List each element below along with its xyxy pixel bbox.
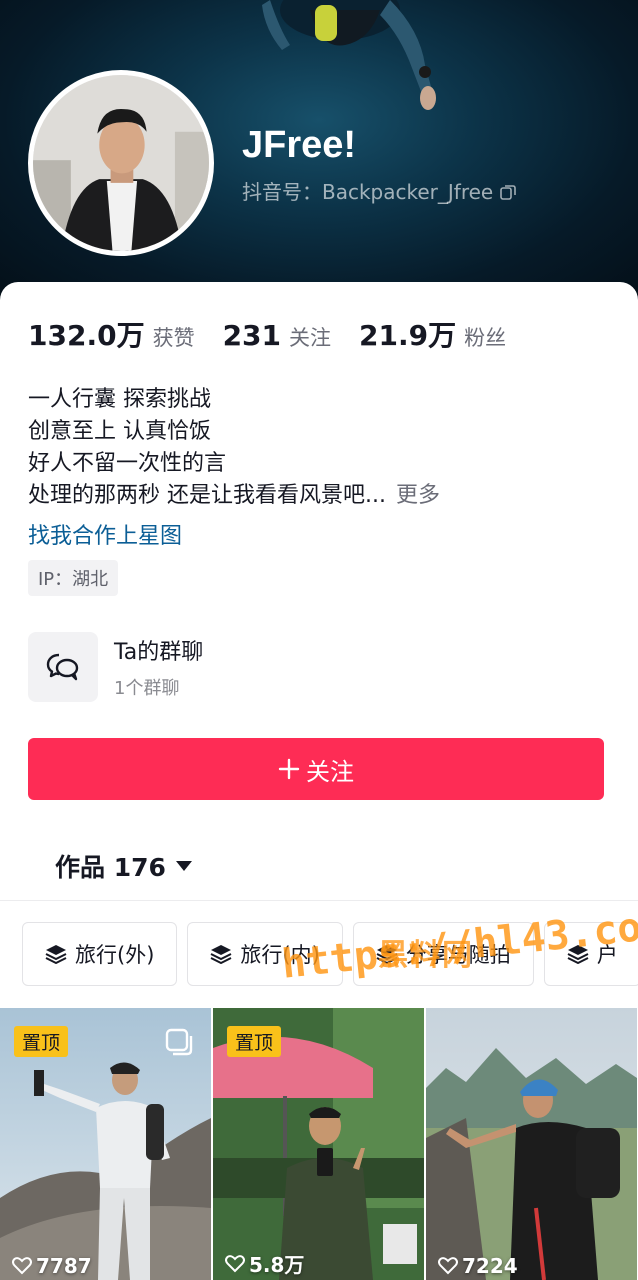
bio-line: 好人不留一次性的言 <box>28 451 227 476</box>
follow-button[interactable]: 关注 <box>28 738 604 800</box>
bio-line: 一人行囊 探索挑战 <box>28 387 211 412</box>
stat-following-value: 231 <box>222 319 282 352</box>
heart-icon <box>12 1257 32 1275</box>
ip-location-tag: IP：湖北 <box>28 560 119 596</box>
stat-likes[interactable]: 132.0万 获赞 <box>28 314 195 354</box>
group-chat-subtitle: 1个群聊 <box>114 678 180 699</box>
divider <box>0 900 638 901</box>
stat-followers-label: 粉丝 <box>464 326 507 350</box>
pinned-badge: 置顶 <box>227 1026 282 1057</box>
douyin-id-text: 抖音号：Backpacker_Jfree <box>242 180 494 204</box>
profile-name: JFree! <box>242 124 357 166</box>
heart-icon <box>438 1257 458 1275</box>
collab-link[interactable]: 找我合作上星图 <box>28 518 182 550</box>
video-likes: 7224 <box>438 1254 518 1278</box>
video-likes-count: 7787 <box>36 1254 92 1278</box>
avatar[interactable] <box>28 70 214 256</box>
chip-travel-abroad[interactable]: 旅行(外) <box>22 922 178 986</box>
video-thumbnail[interactable]: 置顶 5.8万 <box>213 1008 424 1280</box>
video-thumbnail-image <box>426 1008 637 1280</box>
group-chat-entry[interactable]: Ta的群聊 1个群聊 <box>28 632 203 702</box>
tab-works-label: 作品 176 <box>55 853 166 882</box>
video-likes: 5.8万 <box>225 1249 304 1278</box>
dropdown-triangle-icon <box>175 861 192 871</box>
layers-icon <box>210 945 232 964</box>
plus-icon <box>278 758 300 780</box>
stats-row: 132.0万 获赞 231 关注 21.9万 粉丝 <box>28 314 534 354</box>
stat-likes-value: 132.0万 <box>28 319 145 352</box>
video-likes-count: 5.8万 <box>249 1253 305 1277</box>
bio: 一人行囊 探索挑战 创意至上 认真恰饭 好人不留一次性的言 处理的那两秒 还是让… <box>28 384 440 512</box>
video-thumbnail[interactable]: 置顶 7787 <box>0 1008 211 1280</box>
douyin-id[interactable]: 抖音号：Backpacker_Jfree <box>242 176 517 205</box>
stat-likes-label: 获赞 <box>152 326 195 350</box>
bio-more-link[interactable]: 更多 <box>396 483 440 508</box>
bio-line: 处理的那两秒 还是让我看看风景吧... <box>28 483 386 508</box>
bio-line: 创意至上 认真恰饭 <box>28 419 211 444</box>
bio-line-last: 处理的那两秒 还是让我看看风景吧... 更多 <box>28 480 440 512</box>
video-likes-count: 7224 <box>462 1254 518 1278</box>
banner-diver-image <box>262 0 436 110</box>
copy-icon[interactable] <box>499 182 517 200</box>
profile-banner[interactable]: JFree! 抖音号：Backpacker_Jfree <box>0 0 638 300</box>
group-chat-icon <box>28 632 98 702</box>
chip-label: 旅行(外) <box>75 943 155 967</box>
stat-following[interactable]: 231 关注 <box>223 319 331 352</box>
group-chat-text: Ta的群聊 1个群聊 <box>114 634 203 700</box>
group-chat-title: Ta的群聊 <box>114 640 204 665</box>
avatar-photo <box>33 75 209 251</box>
video-grid: 置顶 7787 置顶 5.8万 7224 <box>0 1008 638 1280</box>
stat-following-label: 关注 <box>289 326 332 350</box>
layers-icon <box>45 945 67 964</box>
video-thumbnail[interactable]: 7224 <box>426 1008 637 1280</box>
stat-followers[interactable]: 21.9万 粉丝 <box>359 314 506 354</box>
follow-button-label: 关注 <box>306 757 354 786</box>
multi-image-icon <box>165 1028 193 1060</box>
pinned-badge: 置顶 <box>14 1026 69 1057</box>
heart-icon <box>225 1254 245 1272</box>
tab-works[interactable]: 作品 176 <box>55 848 192 884</box>
stat-followers-value: 21.9万 <box>359 319 457 352</box>
video-likes: 7787 <box>12 1254 92 1278</box>
